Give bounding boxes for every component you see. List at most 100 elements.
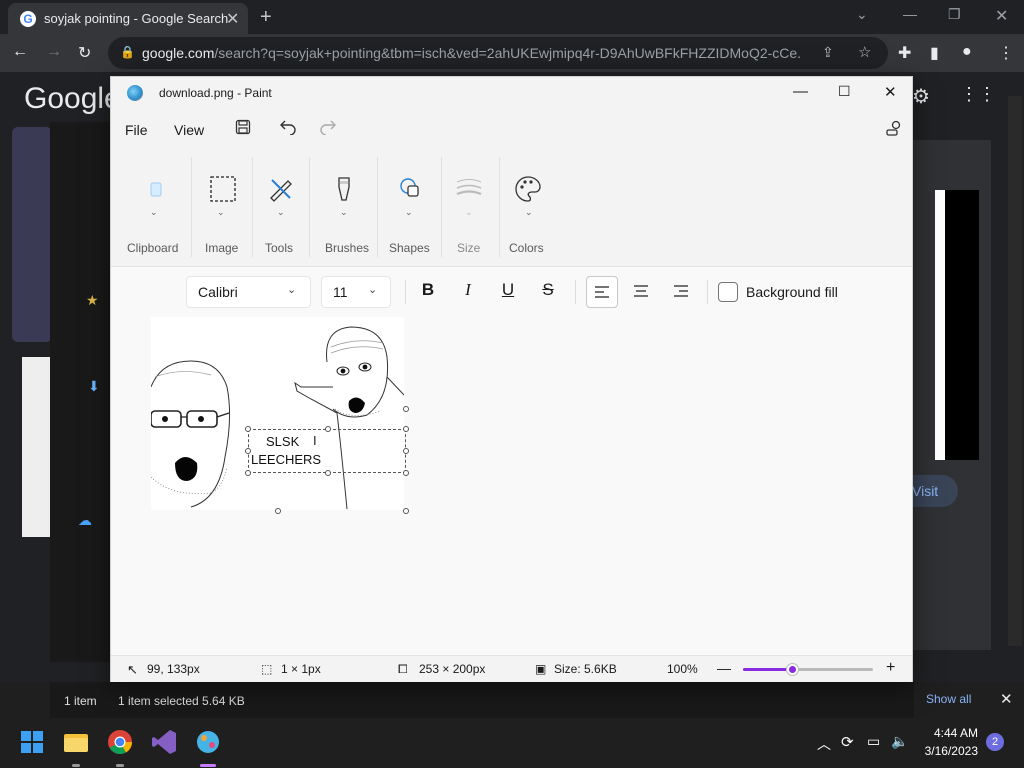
font-family-dropdown[interactable]: Calibri ⌄ bbox=[186, 276, 311, 308]
tab-close-icon[interactable]: ✕ bbox=[226, 9, 239, 29]
image-group[interactable]: ⌄ Image bbox=[195, 149, 251, 267]
chrome-taskbar-icon[interactable] bbox=[106, 728, 138, 760]
brushes-group[interactable]: ⌄ Brushes bbox=[311, 149, 377, 267]
page-scrollbar[interactable] bbox=[1008, 96, 1022, 646]
shapes-group[interactable]: ⌄ Shapes bbox=[379, 149, 443, 267]
paint-close-icon[interactable]: ✕ bbox=[884, 83, 897, 101]
resize-handle[interactable] bbox=[403, 448, 409, 454]
brushes-label: Brushes bbox=[325, 241, 370, 255]
shapes-chevron-icon[interactable]: ⌄ bbox=[405, 207, 413, 218]
download-bar-close-icon[interactable]: ✕ bbox=[1000, 690, 1013, 708]
brushes-chevron-icon[interactable]: ⌄ bbox=[340, 207, 348, 218]
menu-file[interactable]: File bbox=[125, 122, 148, 138]
paint-maximize-icon[interactable]: ☐ bbox=[838, 83, 851, 100]
font-size-value: 11 bbox=[333, 284, 348, 300]
align-left-button[interactable] bbox=[586, 276, 618, 308]
colors-group[interactable]: ⌄ Colors bbox=[501, 149, 557, 267]
zoom-in-icon[interactable]: + bbox=[886, 659, 895, 677]
canvas-area[interactable]: SLSK LEECHERS I bbox=[111, 316, 912, 654]
settings-icon[interactable] bbox=[885, 119, 903, 137]
tab-google-search[interactable]: G soyjak pointing - Google Search ✕ bbox=[8, 3, 248, 34]
canvas-resize-handle[interactable] bbox=[403, 508, 409, 514]
visual-studio-taskbar-icon[interactable] bbox=[150, 728, 182, 760]
share-icon[interactable]: ⇪ bbox=[822, 44, 834, 61]
font-size-dropdown[interactable]: 11 ⌄ bbox=[321, 276, 391, 308]
tools-group[interactable]: ⌄ Tools bbox=[253, 149, 309, 267]
thumbnail-image[interactable] bbox=[22, 357, 50, 537]
new-tab-icon[interactable]: + bbox=[260, 6, 272, 29]
text-line-1: SLSK bbox=[266, 434, 300, 449]
align-center-button[interactable] bbox=[626, 276, 658, 308]
resize-handle[interactable] bbox=[245, 448, 251, 454]
zoom-out-icon[interactable]: — bbox=[717, 660, 731, 676]
strikethrough-button[interactable]: S bbox=[533, 280, 563, 306]
menu-view[interactable]: View bbox=[174, 122, 204, 138]
apps-grid-icon[interactable]: ⋮⋮ bbox=[960, 84, 996, 105]
background-fill-checkbox[interactable] bbox=[718, 282, 738, 302]
save-icon[interactable] bbox=[235, 119, 251, 135]
resize-handle[interactable] bbox=[245, 470, 251, 476]
display-icon[interactable]: ▭ bbox=[867, 733, 880, 750]
tab-search-icon[interactable]: ⌄ bbox=[856, 6, 868, 23]
settings-gear-icon[interactable]: ⚙ bbox=[912, 84, 930, 109]
active-indicator bbox=[200, 764, 216, 767]
font-family-value: Calibri bbox=[198, 284, 238, 300]
zoom-slider-thumb[interactable] bbox=[787, 664, 798, 675]
running-indicator bbox=[116, 764, 124, 767]
text-box-selection[interactable]: SLSK LEECHERS I bbox=[245, 426, 409, 476]
clipboard-group[interactable]: ⌄ Clipboard bbox=[121, 149, 185, 267]
address-bar[interactable]: 🔒 google.com/search?q=soyjak+pointing&tb… bbox=[108, 37, 888, 69]
paint-minimize-icon[interactable]: — bbox=[793, 83, 808, 100]
sync-icon[interactable]: ⟳ bbox=[841, 733, 854, 751]
image-chevron-icon[interactable]: ⌄ bbox=[217, 207, 225, 218]
reload-icon[interactable]: ↻ bbox=[78, 43, 91, 63]
onedrive-icon[interactable]: ☁ bbox=[78, 512, 92, 529]
bold-button[interactable]: B bbox=[413, 280, 443, 306]
size-group[interactable]: ⌄ Size bbox=[443, 149, 499, 267]
side-panel-icon[interactable]: ▮ bbox=[930, 43, 939, 63]
notification-badge[interactable]: 2 bbox=[986, 733, 1004, 751]
start-button[interactable] bbox=[18, 728, 50, 760]
extensions-icon[interactable]: ✚ bbox=[898, 43, 911, 63]
resize-handle[interactable] bbox=[325, 470, 331, 476]
paint-taskbar-icon[interactable] bbox=[194, 728, 226, 760]
resize-handle[interactable] bbox=[403, 426, 409, 432]
back-icon[interactable]: ← bbox=[12, 43, 28, 61]
align-right-icon bbox=[674, 285, 688, 297]
clipboard-chevron-icon[interactable]: ⌄ bbox=[150, 207, 158, 218]
minimize-icon[interactable]: — bbox=[903, 6, 917, 22]
resize-handle[interactable] bbox=[245, 426, 251, 432]
restore-icon[interactable]: ❐ bbox=[948, 6, 961, 23]
volume-icon[interactable]: 🔈 bbox=[891, 733, 908, 750]
show-all-link[interactable]: Show all bbox=[926, 692, 971, 706]
taskbar-clock[interactable]: 4:44 AM 3/16/2023 bbox=[920, 726, 978, 758]
bookmark-star-icon[interactable]: ☆ bbox=[858, 43, 871, 61]
show-hidden-icons-icon[interactable]: ︿ bbox=[817, 734, 831, 754]
undo-icon[interactable] bbox=[279, 119, 297, 135]
resize-handle[interactable] bbox=[403, 470, 409, 476]
italic-button[interactable]: I bbox=[453, 280, 483, 306]
canvas-resize-handle[interactable] bbox=[403, 406, 409, 412]
close-window-icon[interactable]: ✕ bbox=[995, 6, 1008, 26]
paint-titlebar[interactable]: download.png - Paint — ☐ ✕ bbox=[111, 77, 912, 109]
profile-icon[interactable]: ● bbox=[962, 43, 972, 61]
quick-access-star-icon[interactable]: ★ bbox=[86, 292, 99, 309]
tools-pencil-icon bbox=[266, 174, 296, 204]
google-logo[interactable]: Google bbox=[24, 82, 121, 116]
redo-icon[interactable] bbox=[319, 119, 337, 135]
align-right-button[interactable] bbox=[666, 276, 698, 308]
resize-handle[interactable] bbox=[325, 426, 331, 432]
forward-icon[interactable]: → bbox=[46, 43, 62, 61]
colors-chevron-icon[interactable]: ⌄ bbox=[525, 207, 533, 218]
canvas-resize-handle[interactable] bbox=[275, 508, 281, 514]
underline-button[interactable]: U bbox=[493, 280, 523, 306]
thumbnail-card[interactable] bbox=[12, 127, 52, 342]
drawing-canvas[interactable] bbox=[151, 317, 404, 510]
downloads-icon[interactable]: ⬇ bbox=[88, 378, 100, 395]
palette-icon bbox=[513, 174, 543, 204]
size-chevron-icon[interactable]: ⌄ bbox=[465, 207, 473, 218]
chrome-menu-icon[interactable]: ⋮ bbox=[998, 43, 1014, 63]
image-label: Image bbox=[205, 241, 239, 255]
file-explorer-taskbar-icon[interactable] bbox=[62, 728, 94, 760]
tools-chevron-icon[interactable]: ⌄ bbox=[277, 207, 285, 218]
